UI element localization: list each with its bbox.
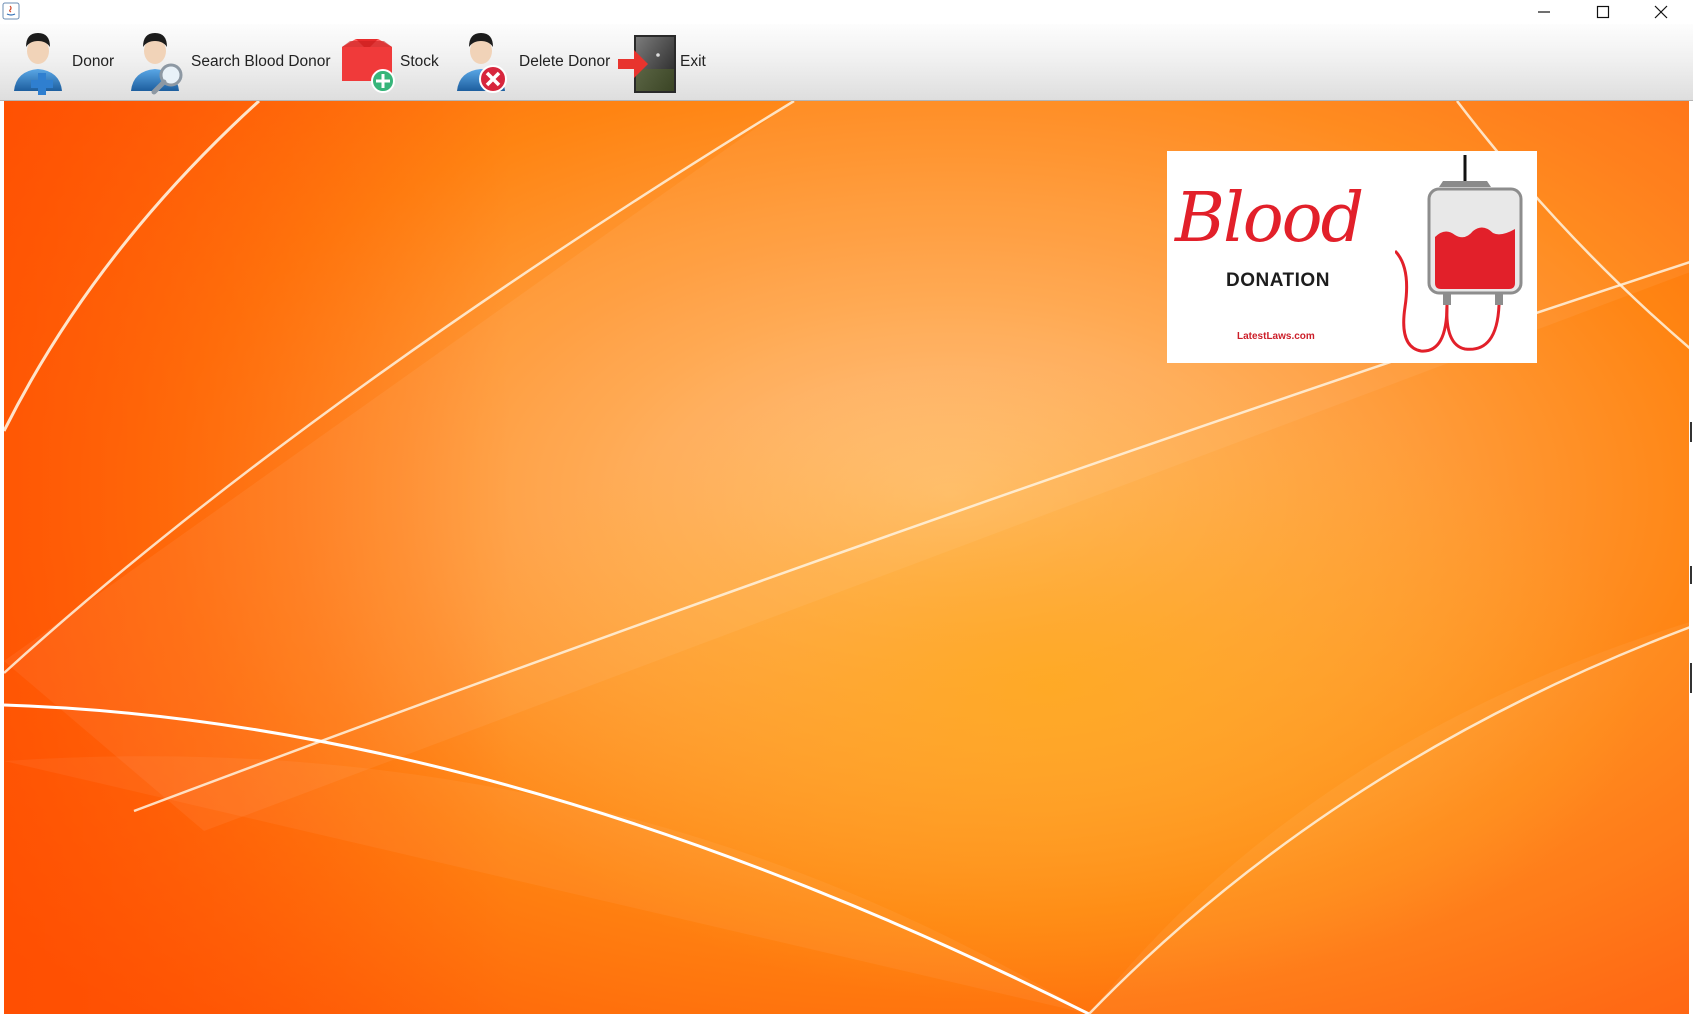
logo-blood-word: Blood xyxy=(1175,179,1364,258)
search-blood-donor-button-label: Search Blood Donor xyxy=(191,53,331,70)
app-window: Donor Search Blood Donor Stock Delete Do… xyxy=(0,0,1693,1014)
donor-button-label: Donor xyxy=(72,53,115,70)
minimize-button[interactable] xyxy=(1515,0,1573,24)
stock-button[interactable]: Stock xyxy=(336,24,439,100)
delete-donor-button[interactable]: Delete Donor xyxy=(455,24,610,100)
edge-marker xyxy=(1690,422,1692,442)
add-donor-icon xyxy=(14,33,62,95)
exit-button-label: Exit xyxy=(680,53,706,70)
search-donor-icon xyxy=(131,33,183,95)
blood-donation-logo: Blood DONATION LatestLaws.com xyxy=(1167,151,1537,363)
window-right-edge xyxy=(1689,101,1693,1014)
stock-button-label: Stock xyxy=(400,53,439,70)
close-button[interactable] xyxy=(1632,0,1690,24)
logo-site-text: LatestLaws.com xyxy=(1237,331,1315,342)
delete-donor-icon xyxy=(457,33,507,93)
delete-donor-button-label: Delete Donor xyxy=(519,53,611,70)
exit-button[interactable]: Exit xyxy=(616,24,706,100)
main-toolbar: Donor Search Blood Donor Stock Delete Do… xyxy=(0,24,1693,101)
maximize-icon xyxy=(1596,5,1610,19)
donor-button[interactable]: Donor xyxy=(8,24,114,100)
title-bar xyxy=(0,0,1693,24)
search-blood-donor-button[interactable]: Search Blood Donor xyxy=(127,24,331,100)
edge-marker xyxy=(1690,566,1692,584)
edge-marker xyxy=(1690,663,1692,693)
exit-door-icon xyxy=(618,35,676,93)
logo-donation-subtitle: DONATION xyxy=(1226,270,1330,291)
minimize-icon xyxy=(1538,11,1550,13)
stock-icon xyxy=(342,39,395,93)
java-app-icon xyxy=(2,2,20,20)
blood-bag-icon xyxy=(1395,155,1523,353)
main-content-panel: Blood DONATION LatestLaws.com xyxy=(4,101,1693,1014)
maximize-button[interactable] xyxy=(1574,0,1632,24)
close-icon xyxy=(1654,5,1668,19)
